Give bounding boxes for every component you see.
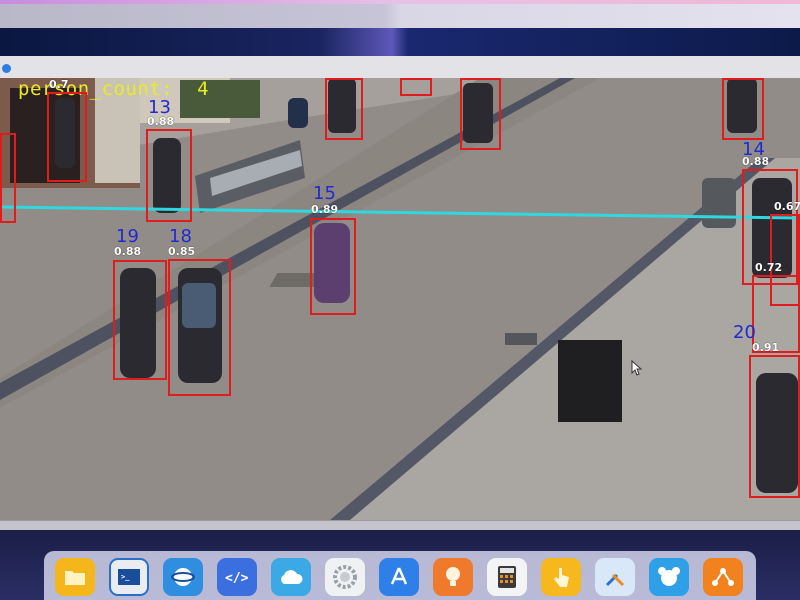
detection-video-frame: person_count: 4 0.7 13 0.88 15 0.89 19 0…	[0, 78, 800, 520]
detection-confidence: 0.7	[49, 78, 69, 91]
track-id: 20	[733, 322, 756, 343]
detection-box	[168, 259, 231, 396]
track-id: 15	[313, 183, 336, 204]
touch-icon[interactable]	[541, 558, 581, 596]
detection-box	[325, 78, 363, 140]
terminal-icon[interactable]: >_	[109, 558, 149, 596]
app-store-icon[interactable]	[379, 558, 419, 596]
tools-icon[interactable]	[595, 558, 635, 596]
assistant-icon[interactable]	[649, 558, 689, 596]
detection-confidence: 0.89	[311, 203, 339, 216]
desktop-top-bar	[0, 4, 800, 28]
detection-confidence: 0.88	[114, 245, 142, 258]
detection-box	[113, 260, 167, 380]
detection-box	[749, 355, 800, 498]
calculator-icon[interactable]	[487, 558, 527, 596]
video-window-titlebar[interactable]	[0, 56, 800, 79]
detection-box	[722, 78, 764, 140]
window-control-dot[interactable]	[2, 64, 11, 73]
detection-box	[460, 78, 501, 150]
files-icon[interactable]	[55, 558, 95, 596]
mouse-cursor-icon	[631, 360, 643, 376]
detection-confidence: 0.85	[168, 245, 196, 258]
detection-confidence: 0.88	[147, 115, 175, 128]
detection-box	[146, 129, 192, 222]
detection-confidence: 0.72	[755, 261, 783, 274]
detection-box	[47, 92, 87, 182]
track-id: 18	[169, 226, 192, 247]
svg-text:>_: >_	[121, 573, 130, 581]
detection-confidence: 0.67	[774, 200, 800, 213]
desktop-wallpaper-band	[0, 28, 800, 56]
code-editor-icon[interactable]: </>	[217, 558, 257, 596]
cloud-icon[interactable]	[271, 558, 311, 596]
detection-box	[0, 133, 16, 223]
svg-text:</>: </>	[225, 571, 249, 585]
settings-icon[interactable]	[325, 558, 365, 596]
browser-icon[interactable]	[163, 558, 203, 596]
share-icon[interactable]	[703, 558, 743, 596]
detection-box	[310, 218, 356, 315]
track-id: 19	[116, 226, 139, 247]
detection-box	[400, 78, 432, 96]
detection-confidence: 0.88	[742, 155, 770, 168]
tips-icon[interactable]	[433, 558, 473, 596]
detection-confidence: 0.91	[752, 341, 780, 354]
